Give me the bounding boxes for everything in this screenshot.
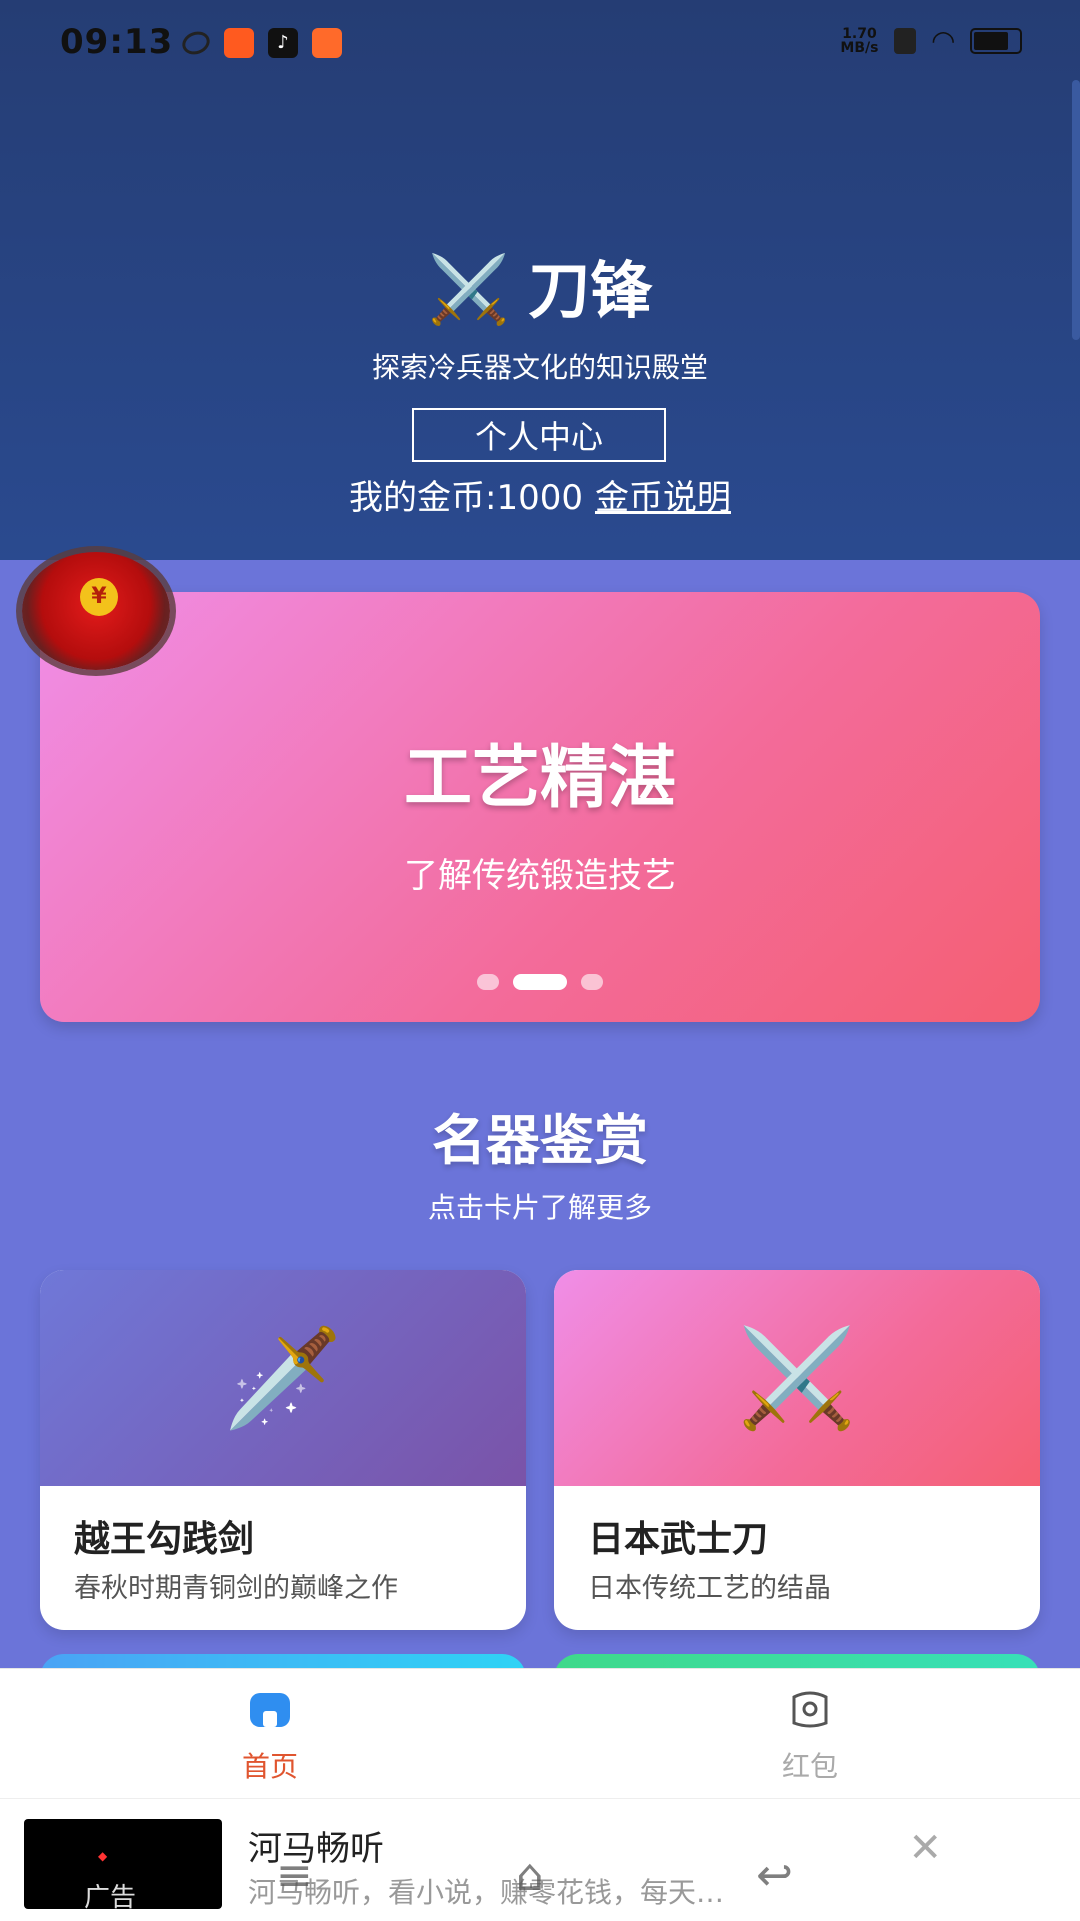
status-right-icons: 1.70 MB/s ◠ (840, 24, 1022, 57)
crossed-swords-icon: ⚔️ (427, 251, 511, 328)
tab-red-packet[interactable]: 红包 (540, 1669, 1080, 1799)
banner-carousel[interactable]: 工艺精湛 了解传统锻造技艺 (40, 592, 1040, 1022)
status-bar: 09:13 ♪ 1.70 MB/s ◠ (0, 0, 1080, 90)
coins-help-link[interactable]: 金币说明 (595, 478, 731, 518)
link-icon (179, 27, 213, 59)
card-desc: 春秋时期青铜剑的巅峰之作 (74, 1573, 398, 1604)
battery-icon (970, 27, 1022, 54)
coins-row: 我的金币:1000 金币说明 (0, 470, 1080, 519)
nfc-icon (894, 27, 917, 54)
kuaishou-app-icon (224, 28, 254, 58)
status-app-icons: ♪ (179, 27, 342, 59)
header: 09:13 ♪ 1.70 MB/s ◠ ⚔️ 刀锋 探索冷兵器文化的知识殿堂 个人中… (0, 0, 1080, 560)
slogan: 探索冷兵器文化的知识殿堂 (371, 351, 708, 384)
home-icon (250, 1693, 290, 1727)
yuan-coin-icon: ¥ (80, 578, 118, 616)
weapon-card[interactable]: ⚔️ 日本武士刀 日本传统工艺的结晶 (554, 1270, 1040, 1630)
red-packet-float-button[interactable]: ¥ (22, 552, 170, 670)
kuaishou-lite-app-icon (312, 28, 342, 58)
crossed-swords-icon: ⚔️ (554, 1270, 1040, 1486)
tab-home[interactable]: 首页 (0, 1669, 540, 1799)
carousel-dot[interactable] (581, 974, 603, 990)
brand-title: ⚔️ 刀锋 (0, 240, 1080, 330)
tab-red-packet-label: 红包 (781, 1750, 838, 1783)
red-packet-icon (792, 1691, 828, 1728)
section-subtitle: 点击卡片了解更多 (427, 1191, 652, 1224)
card-name: 日本武士刀 (588, 1519, 769, 1560)
card-desc: 日本传统工艺的结晶 (588, 1573, 831, 1604)
status-time: 09:13 (60, 22, 174, 62)
section-title: 名器鉴赏 (432, 1109, 648, 1172)
tab-home-label: 首页 (241, 1750, 298, 1783)
tiktok-app-icon: ♪ (268, 28, 298, 58)
system-nav-bar: ≡ ⌂ ↩ (0, 1840, 1080, 1920)
banner-title: 工艺精湛 (403, 739, 676, 818)
wifi-icon: ◠ (932, 24, 954, 57)
profile-center-button[interactable]: 个人中心 (412, 408, 666, 462)
carousel-dots (40, 974, 1040, 990)
home-nav-icon[interactable]: ⌂ (516, 1850, 544, 1901)
dagger-icon: 🗡️ (40, 1270, 526, 1486)
coins-balance: 我的金币:1000 (349, 478, 583, 518)
carousel-dot[interactable] (477, 974, 499, 990)
network-speed: 1.70 MB/s (840, 25, 879, 56)
back-icon[interactable]: ↩ (756, 1850, 793, 1901)
bottom-tab-bar: 首页 红包 (0, 1668, 1080, 1799)
brand-name: 刀锋 (528, 254, 653, 327)
carousel-dot-active[interactable] (513, 974, 567, 990)
weapon-card[interactable]: 🗡️ 越王勾践剑 春秋时期青铜剑的巅峰之作 (40, 1270, 526, 1630)
card-name: 越王勾践剑 (74, 1519, 255, 1560)
menu-icon[interactable]: ≡ (276, 1850, 313, 1901)
banner-subtitle: 了解传统锻造技艺 (404, 856, 676, 896)
